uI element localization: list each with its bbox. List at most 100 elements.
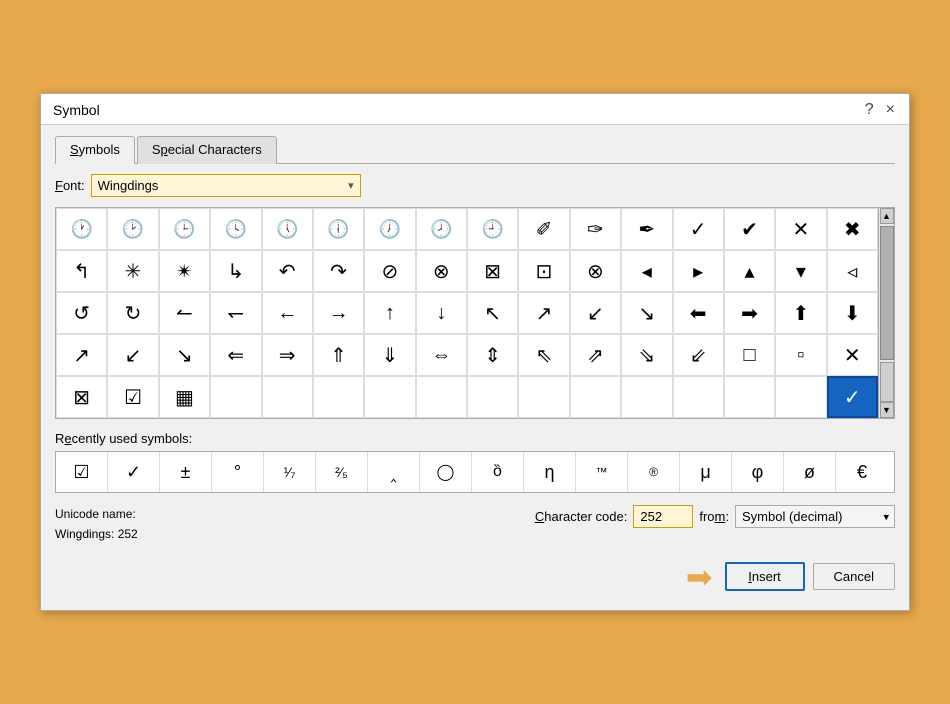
symbol-cell[interactable]: → <box>313 292 364 334</box>
recent-symbol[interactable]: ° <box>212 452 264 492</box>
symbol-cell[interactable]: ⇓ <box>364 334 415 376</box>
symbol-cell[interactable]: ⊠ <box>56 376 107 418</box>
font-select-wrapper[interactable]: Wingdings Arial Times New Roman Symbol W… <box>91 174 361 197</box>
symbol-cell[interactable]: ✕ <box>827 334 878 376</box>
scrollbar-thumb[interactable] <box>880 226 894 360</box>
symbol-cell[interactable]: ⇗ <box>570 334 621 376</box>
symbol-cell[interactable]: ← <box>262 292 313 334</box>
tab-symbols[interactable]: Symbols <box>55 136 135 164</box>
scrollbar-up-btn[interactable]: ▲ <box>880 208 894 224</box>
symbol-cell[interactable]: ↰ <box>56 250 107 292</box>
symbol-cell[interactable]: ↙ <box>107 334 158 376</box>
symbol-cell[interactable]: ⇕ <box>467 334 518 376</box>
symbol-cell[interactable]: ⇐ <box>210 334 261 376</box>
symbol-cell[interactable]: ⬅ <box>673 292 724 334</box>
close-button[interactable]: × <box>884 102 897 118</box>
symbol-cell[interactable]: ◃ <box>827 250 878 292</box>
symbol-cell[interactable]: ↗ <box>518 292 569 334</box>
symbol-cell[interactable] <box>518 376 569 418</box>
symbol-cell[interactable]: ↗ <box>56 334 107 376</box>
recent-symbol[interactable]: μ <box>680 452 732 492</box>
symbol-cell[interactable]: 🕖 <box>364 208 415 250</box>
symbol-cell[interactable]: ⇒ <box>262 334 313 376</box>
symbol-cell[interactable]: ✒ <box>621 208 672 250</box>
recent-symbol[interactable]: ✓ <box>108 452 160 492</box>
symbol-cell[interactable]: ▴ <box>724 250 775 292</box>
symbol-cell[interactable]: ↙ <box>570 292 621 334</box>
symbol-cell[interactable]: ↽ <box>210 292 261 334</box>
symbol-cell[interactable]: ⊘ <box>364 250 415 292</box>
symbol-cell[interactable]: ✔ <box>724 208 775 250</box>
cancel-button[interactable]: Cancel <box>813 563 895 590</box>
symbol-cell-selected[interactable]: ✓ <box>827 376 878 418</box>
symbol-cell[interactable]: ✓ <box>673 208 724 250</box>
symbol-cell[interactable]: ↘ <box>159 334 210 376</box>
symbol-cell[interactable] <box>673 376 724 418</box>
symbol-cell[interactable]: ⬇ <box>827 292 878 334</box>
recent-symbol[interactable]: φ <box>732 452 784 492</box>
recent-symbol[interactable]: ± <box>160 452 212 492</box>
symbol-cell[interactable] <box>775 376 826 418</box>
recent-symbol[interactable]: ☑ <box>56 452 108 492</box>
symbol-cell[interactable]: ⇙ <box>673 334 724 376</box>
symbol-cell[interactable]: ⇑ <box>313 334 364 376</box>
symbol-cell[interactable]: ✐ <box>518 208 569 250</box>
recent-symbol[interactable]: € <box>836 452 888 492</box>
symbol-cell[interactable]: ↓ <box>416 292 467 334</box>
symbol-cell[interactable]: ➡ <box>724 292 775 334</box>
symbol-cell[interactable]: ↼ <box>159 292 210 334</box>
symbol-cell[interactable]: ✖ <box>827 208 878 250</box>
symbol-cell[interactable]: ↘ <box>621 292 672 334</box>
char-code-input[interactable] <box>633 505 693 528</box>
symbol-cell[interactable]: 🕐 <box>56 208 107 250</box>
recent-symbol[interactable]: ²⁄₅ <box>316 452 368 492</box>
symbol-cell[interactable]: 🕔 <box>262 208 313 250</box>
symbol-cell[interactable]: ✴ <box>159 250 210 292</box>
recent-symbol[interactable]: ȍ <box>472 452 524 492</box>
scrollbar-down-btn[interactable]: ▼ <box>880 402 894 418</box>
recent-symbol[interactable]: ◯ <box>420 452 472 492</box>
scrollbar[interactable]: ▲ ▼ <box>878 208 894 418</box>
symbol-cell[interactable]: ▫ <box>775 334 826 376</box>
font-select[interactable]: Wingdings Arial Times New Roman Symbol W… <box>98 178 348 193</box>
symbol-cell[interactable]: ⇘ <box>621 334 672 376</box>
symbol-cell[interactable]: ⇔ <box>416 334 467 376</box>
symbol-cell[interactable]: ▾ <box>775 250 826 292</box>
symbol-cell[interactable]: 🕘 <box>467 208 518 250</box>
symbol-cell[interactable]: 🕒 <box>159 208 210 250</box>
symbol-cell[interactable] <box>467 376 518 418</box>
recent-symbol[interactable]: ® <box>628 452 680 492</box>
symbol-cell[interactable]: ↷ <box>313 250 364 292</box>
symbol-cell[interactable]: ⊠ <box>467 250 518 292</box>
symbol-cell[interactable]: 🕕 <box>313 208 364 250</box>
tab-special-characters[interactable]: Special Characters <box>137 136 277 164</box>
symbol-cell[interactable]: ◂ <box>621 250 672 292</box>
recent-symbol[interactable]: ™ <box>576 452 628 492</box>
symbol-cell[interactable]: ↺ <box>56 292 107 334</box>
symbol-cell[interactable] <box>210 376 261 418</box>
symbol-cell[interactable]: ⇖ <box>518 334 569 376</box>
symbol-cell[interactable]: ✳ <box>107 250 158 292</box>
recent-symbol[interactable]: ‸ <box>368 452 420 492</box>
symbol-cell[interactable] <box>262 376 313 418</box>
symbol-cell[interactable]: ✕ <box>775 208 826 250</box>
symbol-cell[interactable]: ↶ <box>262 250 313 292</box>
insert-button[interactable]: Insert <box>725 562 805 591</box>
symbol-cell[interactable]: ▦ <box>159 376 210 418</box>
symbol-cell[interactable]: ↻ <box>107 292 158 334</box>
help-button[interactable]: ? <box>863 102 876 118</box>
symbol-cell[interactable]: ↳ <box>210 250 261 292</box>
symbol-cell[interactable]: 🕗 <box>416 208 467 250</box>
symbol-cell[interactable]: ↑ <box>364 292 415 334</box>
symbol-cell[interactable]: ▸ <box>673 250 724 292</box>
symbol-cell[interactable] <box>570 376 621 418</box>
from-select-wrapper[interactable]: Symbol (decimal) Unicode (hex) ASCII (de… <box>735 505 895 528</box>
recent-symbol[interactable]: η <box>524 452 576 492</box>
symbol-cell[interactable]: ✑ <box>570 208 621 250</box>
recent-symbol[interactable]: ¹⁄₇ <box>264 452 316 492</box>
symbol-cell[interactable]: 🕑 <box>107 208 158 250</box>
symbol-cell[interactable]: ↖ <box>467 292 518 334</box>
symbol-cell[interactable]: ⊗ <box>570 250 621 292</box>
symbol-cell[interactable] <box>364 376 415 418</box>
symbol-cell[interactable]: ☑ <box>107 376 158 418</box>
